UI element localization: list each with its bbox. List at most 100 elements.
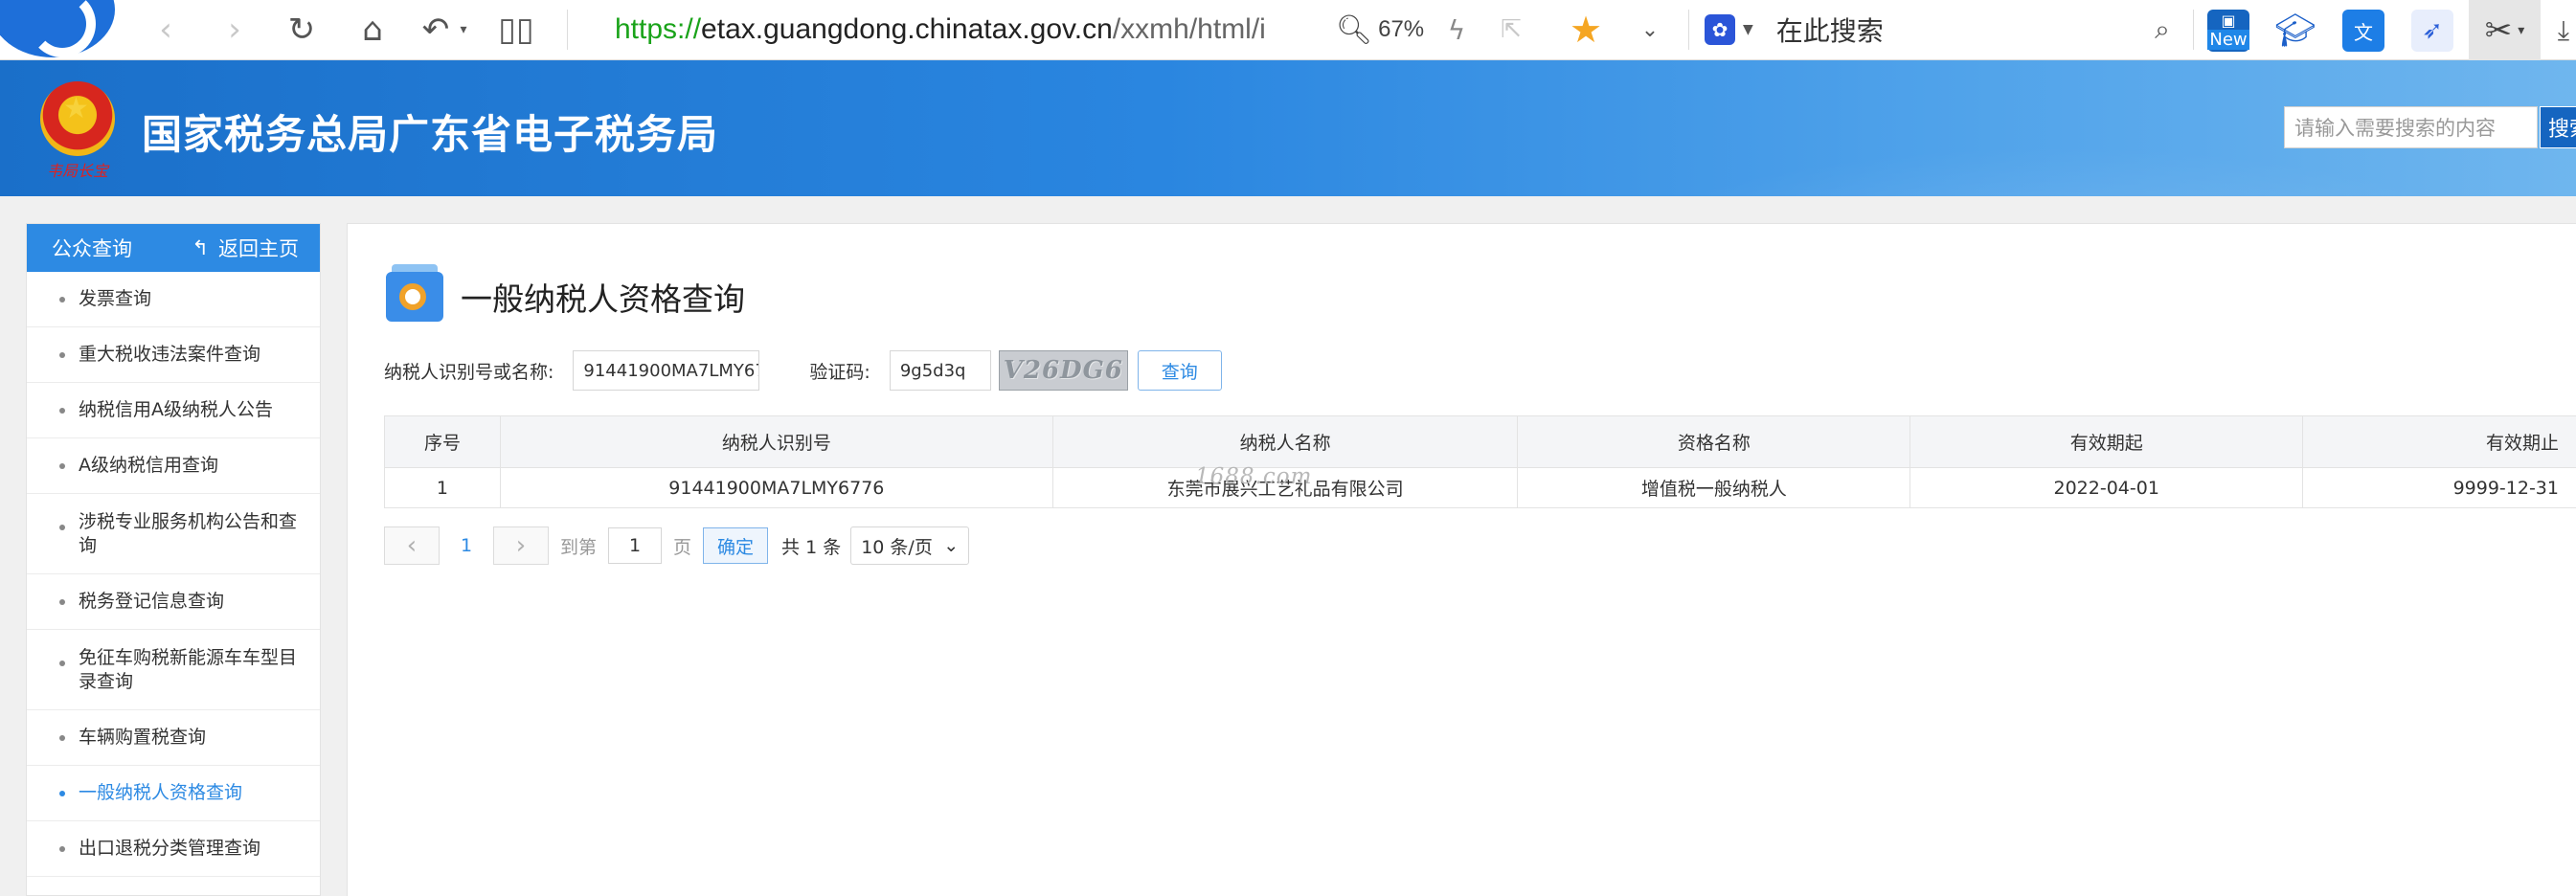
sidebar: 公众查询 ↰ 返回主页 发票查询 重大税收违法案件查询 纳税信用A级纳税人公告 …	[26, 223, 321, 896]
undo-icon[interactable]: ↶	[414, 8, 458, 52]
column-header: 纳税人识别号	[500, 416, 1053, 468]
sidebar-header: 公众查询 ↰ 返回主页	[27, 224, 320, 272]
sidebar-item-label: A级纳税信用查询	[79, 455, 218, 476]
translate-icon[interactable]: 文	[2342, 10, 2384, 52]
site-search-button[interactable]: 搜索	[2540, 106, 2576, 148]
sidebar-item-label: 发票查询	[79, 288, 152, 309]
pagination: ‹ 1 › 到第 1 页 确定 共 1 条 10 条/页 ⌄	[384, 526, 970, 566]
news-extension-label: New	[2207, 30, 2249, 50]
zoom-control[interactable]: 🔍︎ 67%	[1336, 8, 1424, 52]
sidebar-item-ev-exemption[interactable]: 免征车购税新能源车车型目录查询	[27, 630, 320, 710]
graduation-cap-icon[interactable]: 🎓︎	[2274, 10, 2316, 52]
page-number[interactable]: 1	[440, 526, 493, 565]
reply-arrow-icon: ↰	[192, 236, 209, 259]
page-unit-label: 页	[673, 536, 692, 558]
goto-confirm-button[interactable]: 确定	[703, 527, 769, 564]
search-icon[interactable]: ⌕	[2143, 8, 2181, 52]
news-extension-icon[interactable]: ▣ New	[2207, 10, 2249, 52]
column-header: 有效期起	[1910, 416, 2304, 468]
sidebar-item-label: 出口退税分类管理查询	[79, 838, 261, 859]
captcha-image[interactable]: V26DG6	[998, 350, 1128, 391]
sidebar-item-label: 车辆购置税查询	[79, 727, 207, 748]
sidebar-item-a-credit-query[interactable]: A级纳税信用查询	[27, 438, 320, 494]
lightning-icon[interactable]: ϟ	[1435, 8, 1479, 52]
browser-toolbar: ‹ › ↻ ⌂ ↶ ▾ ▯▯ https:// etax.guangdong.c…	[0, 0, 2576, 60]
captcha-label: 验证码:	[809, 361, 870, 383]
sidebar-item-label: 税务登记信息查询	[79, 591, 225, 612]
download-icon[interactable]: ⤓	[2542, 10, 2576, 52]
results-table: 序号 纳税人识别号 纳税人名称 资格名称 有效期起 有效期止 1 9144190…	[384, 415, 2576, 508]
back-icon[interactable]: ‹	[144, 8, 188, 52]
watermark: 1688.com	[1195, 464, 1313, 489]
bird-extension-icon[interactable]: ➶	[2411, 10, 2453, 52]
refresh-icon[interactable]: ↻	[280, 8, 324, 52]
tax-emblem-logo: ★ 韦局长宝	[34, 78, 121, 185]
table-cell: 增值税一般纳税人	[1518, 468, 1911, 508]
sidebar-item-major-violation[interactable]: 重大税收违法案件查询	[27, 327, 320, 383]
favorite-star-icon[interactable]: ★	[1564, 8, 1608, 52]
sidebar-item-label: 重大税收违法案件查询	[79, 344, 261, 365]
sidebar-item-vehicle-tax[interactable]: 车辆购置税查询	[27, 710, 320, 766]
site-search-input[interactable]: 请输入需要搜索的内容	[2284, 106, 2538, 148]
chevron-down-icon: ⌄	[943, 535, 960, 556]
sidebar-item-label: 一般纳税人资格查询	[79, 782, 243, 803]
prev-page-icon[interactable]: ‹	[384, 526, 440, 565]
goto-page-input[interactable]: 1	[608, 527, 663, 564]
sidebar-item-label: 涉税专业服务机构公告和查询	[79, 510, 298, 556]
address-bar[interactable]: https:// etax.guangdong.chinatax.gov.cn …	[615, 8, 1304, 52]
toolbar-divider	[567, 10, 568, 50]
translate-icon-label: 文	[2354, 20, 2373, 44]
taxpayer-input[interactable]: 91441900MA7LMY6776	[573, 350, 760, 391]
url-protocol: https://	[615, 13, 702, 45]
table-cell: 9999-12-31	[2303, 468, 2576, 508]
table-cell: 91441900MA7LMY6776	[500, 468, 1053, 508]
query-button[interactable]: 查询	[1137, 350, 1222, 391]
table-cell: 2022-04-01	[1910, 468, 2304, 508]
home-icon[interactable]: ⌂	[350, 8, 395, 52]
reading-mode-icon[interactable]: ▯▯	[494, 8, 538, 52]
page-size-select[interactable]: 10 条/页 ⌄	[850, 526, 970, 565]
taxpayer-label: 纳税人识别号或名称:	[384, 361, 554, 383]
favorites-dropdown-icon[interactable]: ⌄	[1628, 8, 1672, 52]
engine-dropdown-icon[interactable]: ▼	[1743, 22, 1753, 37]
emblem-signature: 韦局长宝	[46, 162, 108, 180]
site-header: ★ 韦局长宝 国家税务总局广东省电子税务局 请输入需要搜索的内容 搜索	[0, 60, 2576, 196]
zoom-icon: 🔍︎	[1336, 13, 1373, 46]
url-path: /xxmh/html/i	[1112, 13, 1266, 45]
page-title: 一般纳税人资格查询	[461, 280, 745, 318]
next-page-icon[interactable]: ›	[493, 526, 549, 565]
forward-icon[interactable]: ›	[213, 8, 257, 52]
page-size-value: 10 条/页	[861, 536, 933, 558]
sidebar-item-general-taxpayer[interactable]: 一般纳税人资格查询	[27, 766, 320, 821]
browser-search-placeholder: 在此搜索	[1775, 15, 1884, 47]
goto-label: 到第	[560, 536, 598, 558]
browser-logo-icon[interactable]	[0, 0, 115, 57]
back-home-link[interactable]: ↰ 返回主页	[192, 234, 299, 262]
sidebar-item-invoice[interactable]: 发票查询	[27, 272, 320, 327]
table-cell: 1	[385, 468, 501, 508]
sidebar-item-a-credit-notice[interactable]: 纳税信用A级纳税人公告	[27, 383, 320, 438]
sidebar-item-service-agencies[interactable]: 涉税专业服务机构公告和查询	[27, 494, 320, 574]
sidebar-item-registration[interactable]: 税务登记信息查询	[27, 574, 320, 630]
browser-search-box[interactable]: ✿ ▼ 在此搜索	[1705, 8, 1884, 52]
zoom-level: 67%	[1378, 16, 1425, 42]
search-folder-icon	[386, 264, 443, 322]
sidebar-item-export-rebate[interactable]: 出口退税分类管理查询	[27, 821, 320, 877]
sidebar-title: 公众查询	[52, 237, 132, 260]
toolbar-divider	[2193, 10, 2194, 50]
baidu-paw-icon[interactable]: ✿	[1705, 14, 1735, 45]
sidebar-item-label: 纳税信用A级纳税人公告	[79, 399, 273, 420]
site-title: 国家税务总局广东省电子税务局	[142, 111, 719, 158]
undo-dropdown-icon[interactable]: ▾	[454, 8, 473, 52]
column-header: 序号	[385, 416, 501, 468]
total-count: 共 1 条	[781, 536, 842, 558]
back-home-label: 返回主页	[218, 237, 299, 260]
column-header: 纳税人名称	[1052, 416, 1519, 468]
toolbar-divider	[1688, 10, 1689, 50]
captcha-input[interactable]: 9g5d3q	[889, 350, 991, 391]
screenshot-scissors-icon[interactable]: ✂ ▾	[2469, 0, 2541, 60]
table-row: 1 91441900MA7LMY6776 东莞市展兴工艺礼品有限公司 增值税一般…	[385, 468, 2576, 508]
share-icon[interactable]: ⇱	[1489, 8, 1533, 52]
sidebar-item-label: 免征车购税新能源车车型目录查询	[79, 646, 298, 692]
query-form: 纳税人识别号或名称: 91441900MA7LMY6776 验证码: 9g5d3…	[384, 348, 1222, 392]
